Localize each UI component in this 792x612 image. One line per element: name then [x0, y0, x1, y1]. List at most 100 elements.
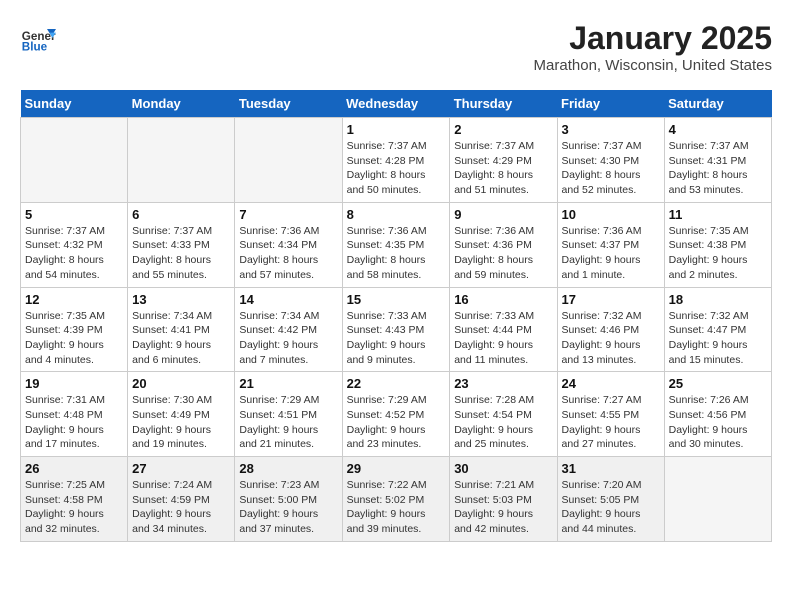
- weekday-header: Tuesday: [235, 90, 342, 118]
- day-number: 3: [562, 122, 660, 137]
- day-number: 18: [669, 292, 767, 307]
- calendar-day-cell: 18 Sunrise: 7:32 AM Sunset: 4:47 PM Dayli…: [664, 287, 771, 372]
- calendar-day-cell: 5 Sunrise: 7:37 AM Sunset: 4:32 PM Daylig…: [21, 202, 128, 287]
- logo: General Blue: [20, 20, 56, 56]
- calendar-day-cell: 13Sunrise: 7:34 AM Sunset: 4:41 PM Dayli…: [128, 287, 235, 372]
- calendar-day-cell: 6 Sunrise: 7:37 AM Sunset: 4:33 PM Daylig…: [128, 202, 235, 287]
- weekday-header: Sunday: [21, 90, 128, 118]
- day-info: Sunrise: 7:31 AM Sunset: 4:48 PM Dayligh…: [25, 393, 123, 452]
- day-number: 7: [239, 207, 337, 222]
- day-info: Sunrise: 7:34 AM Sunset: 4:42 PM Dayligh…: [239, 309, 337, 368]
- calendar-day-cell: 3Sunrise: 7:37 AM Sunset: 4:30 PM Daylig…: [557, 118, 664, 203]
- day-number: 17: [562, 292, 660, 307]
- calendar-week-row: 26 Sunrise: 7:25 AM Sunset: 4:58 PM Dayli…: [21, 457, 772, 542]
- weekday-header: Saturday: [664, 90, 771, 118]
- day-info: Sunrise: 7:32 AM Sunset: 4:47 PM Dayligh…: [669, 309, 767, 368]
- day-number: 26: [25, 461, 123, 476]
- weekday-header: Wednesday: [342, 90, 450, 118]
- day-number: 22: [347, 376, 446, 391]
- day-info: Sunrise: 7:22 AM Sunset: 5:02 PM Dayligh…: [347, 478, 446, 537]
- month-title: January 2025: [534, 20, 772, 57]
- day-info: Sunrise: 7:36 AM Sunset: 4:34 PM Dayligh…: [239, 224, 337, 283]
- day-number: 9: [454, 207, 552, 222]
- calendar-day-cell: 26 Sunrise: 7:25 AM Sunset: 4:58 PM Dayli…: [21, 457, 128, 542]
- calendar-day-cell: 19 Sunrise: 7:31 AM Sunset: 4:48 PM Dayli…: [21, 372, 128, 457]
- day-info: Sunrise: 7:37 AM Sunset: 4:29 PM Dayligh…: [454, 139, 552, 198]
- calendar-day-cell: [664, 457, 771, 542]
- calendar-day-cell: 30 Sunrise: 7:21 AM Sunset: 5:03 PM Dayli…: [450, 457, 557, 542]
- day-number: 20: [132, 376, 230, 391]
- day-number: 13: [132, 292, 230, 307]
- calendar-day-cell: 1 Sunrise: 7:37 AM Sunset: 4:28 PM Daylig…: [342, 118, 450, 203]
- page-header: General Blue January 2025 Marathon, Wisc…: [20, 20, 772, 74]
- day-number: 28: [239, 461, 337, 476]
- day-number: 2: [454, 122, 552, 137]
- day-info: Sunrise: 7:29 AM Sunset: 4:52 PM Dayligh…: [347, 393, 446, 452]
- day-number: 30: [454, 461, 552, 476]
- weekday-header: Thursday: [450, 90, 557, 118]
- day-info: Sunrise: 7:33 AM Sunset: 4:44 PM Dayligh…: [454, 309, 552, 368]
- day-info: Sunrise: 7:37 AM Sunset: 4:31 PM Dayligh…: [669, 139, 767, 198]
- day-number: 5: [25, 207, 123, 222]
- day-number: 15: [347, 292, 446, 307]
- calendar-day-cell: 24 Sunrise: 7:27 AM Sunset: 4:55 PM Dayli…: [557, 372, 664, 457]
- calendar-day-cell: 16Sunrise: 7:33 AM Sunset: 4:44 PM Dayli…: [450, 287, 557, 372]
- calendar-day-cell: 21Sunrise: 7:29 AM Sunset: 4:51 PM Dayli…: [235, 372, 342, 457]
- calendar-table: SundayMondayTuesdayWednesdayThursdayFrid…: [20, 90, 772, 542]
- day-info: Sunrise: 7:21 AM Sunset: 5:03 PM Dayligh…: [454, 478, 552, 537]
- calendar-day-cell: 29 Sunrise: 7:22 AM Sunset: 5:02 PM Dayli…: [342, 457, 450, 542]
- calendar-week-row: 5 Sunrise: 7:37 AM Sunset: 4:32 PM Daylig…: [21, 202, 772, 287]
- day-info: Sunrise: 7:36 AM Sunset: 4:35 PM Dayligh…: [347, 224, 446, 283]
- day-number: 4: [669, 122, 767, 137]
- calendar-week-row: 1 Sunrise: 7:37 AM Sunset: 4:28 PM Daylig…: [21, 118, 772, 203]
- calendar-day-cell: 17 Sunrise: 7:32 AM Sunset: 4:46 PM Dayli…: [557, 287, 664, 372]
- calendar-day-cell: [128, 118, 235, 203]
- day-number: 29: [347, 461, 446, 476]
- day-number: 25: [669, 376, 767, 391]
- calendar-day-cell: 7 Sunrise: 7:36 AM Sunset: 4:34 PM Daylig…: [235, 202, 342, 287]
- calendar-day-cell: [21, 118, 128, 203]
- day-info: Sunrise: 7:30 AM Sunset: 4:49 PM Dayligh…: [132, 393, 230, 452]
- day-number: 8: [347, 207, 446, 222]
- day-info: Sunrise: 7:24 AM Sunset: 4:59 PM Dayligh…: [132, 478, 230, 537]
- day-number: 23: [454, 376, 552, 391]
- calendar-week-row: 19 Sunrise: 7:31 AM Sunset: 4:48 PM Dayli…: [21, 372, 772, 457]
- svg-text:Blue: Blue: [22, 41, 48, 54]
- calendar-day-cell: 28 Sunrise: 7:23 AM Sunset: 5:00 PM Dayli…: [235, 457, 342, 542]
- day-number: 19: [25, 376, 123, 391]
- location: Marathon, Wisconsin, United States: [534, 57, 772, 74]
- day-info: Sunrise: 7:27 AM Sunset: 4:55 PM Dayligh…: [562, 393, 660, 452]
- calendar-day-cell: 14Sunrise: 7:34 AM Sunset: 4:42 PM Dayli…: [235, 287, 342, 372]
- calendar-day-cell: 15Sunrise: 7:33 AM Sunset: 4:43 PM Dayli…: [342, 287, 450, 372]
- day-info: Sunrise: 7:37 AM Sunset: 4:28 PM Dayligh…: [347, 139, 446, 198]
- day-number: 24: [562, 376, 660, 391]
- calendar-day-cell: 20 Sunrise: 7:30 AM Sunset: 4:49 PM Dayli…: [128, 372, 235, 457]
- calendar-day-cell: 9 Sunrise: 7:36 AM Sunset: 4:36 PM Daylig…: [450, 202, 557, 287]
- day-number: 27: [132, 461, 230, 476]
- day-info: Sunrise: 7:37 AM Sunset: 4:33 PM Dayligh…: [132, 224, 230, 283]
- day-number: 1: [347, 122, 446, 137]
- day-info: Sunrise: 7:32 AM Sunset: 4:46 PM Dayligh…: [562, 309, 660, 368]
- day-number: 12: [25, 292, 123, 307]
- weekday-header: Monday: [128, 90, 235, 118]
- logo-icon: General Blue: [20, 20, 56, 56]
- calendar-day-cell: [235, 118, 342, 203]
- calendar-day-cell: 27 Sunrise: 7:24 AM Sunset: 4:59 PM Dayli…: [128, 457, 235, 542]
- calendar-day-cell: 2 Sunrise: 7:37 AM Sunset: 4:29 PM Daylig…: [450, 118, 557, 203]
- calendar-day-cell: 11Sunrise: 7:35 AM Sunset: 4:38 PM Dayli…: [664, 202, 771, 287]
- calendar-day-cell: 12Sunrise: 7:35 AM Sunset: 4:39 PM Dayli…: [21, 287, 128, 372]
- day-info: Sunrise: 7:36 AM Sunset: 4:36 PM Dayligh…: [454, 224, 552, 283]
- calendar-day-cell: 25 Sunrise: 7:26 AM Sunset: 4:56 PM Dayli…: [664, 372, 771, 457]
- day-info: Sunrise: 7:20 AM Sunset: 5:05 PM Dayligh…: [562, 478, 660, 537]
- calendar-day-cell: 4 Sunrise: 7:37 AM Sunset: 4:31 PM Daylig…: [664, 118, 771, 203]
- weekday-header: Friday: [557, 90, 664, 118]
- calendar-day-cell: 31Sunrise: 7:20 AM Sunset: 5:05 PM Dayli…: [557, 457, 664, 542]
- weekday-header-row: SundayMondayTuesdayWednesdayThursdayFrid…: [21, 90, 772, 118]
- day-number: 6: [132, 207, 230, 222]
- day-info: Sunrise: 7:29 AM Sunset: 4:51 PM Dayligh…: [239, 393, 337, 452]
- day-info: Sunrise: 7:23 AM Sunset: 5:00 PM Dayligh…: [239, 478, 337, 537]
- day-info: Sunrise: 7:25 AM Sunset: 4:58 PM Dayligh…: [25, 478, 123, 537]
- day-info: Sunrise: 7:37 AM Sunset: 4:32 PM Dayligh…: [25, 224, 123, 283]
- day-info: Sunrise: 7:26 AM Sunset: 4:56 PM Dayligh…: [669, 393, 767, 452]
- day-number: 11: [669, 207, 767, 222]
